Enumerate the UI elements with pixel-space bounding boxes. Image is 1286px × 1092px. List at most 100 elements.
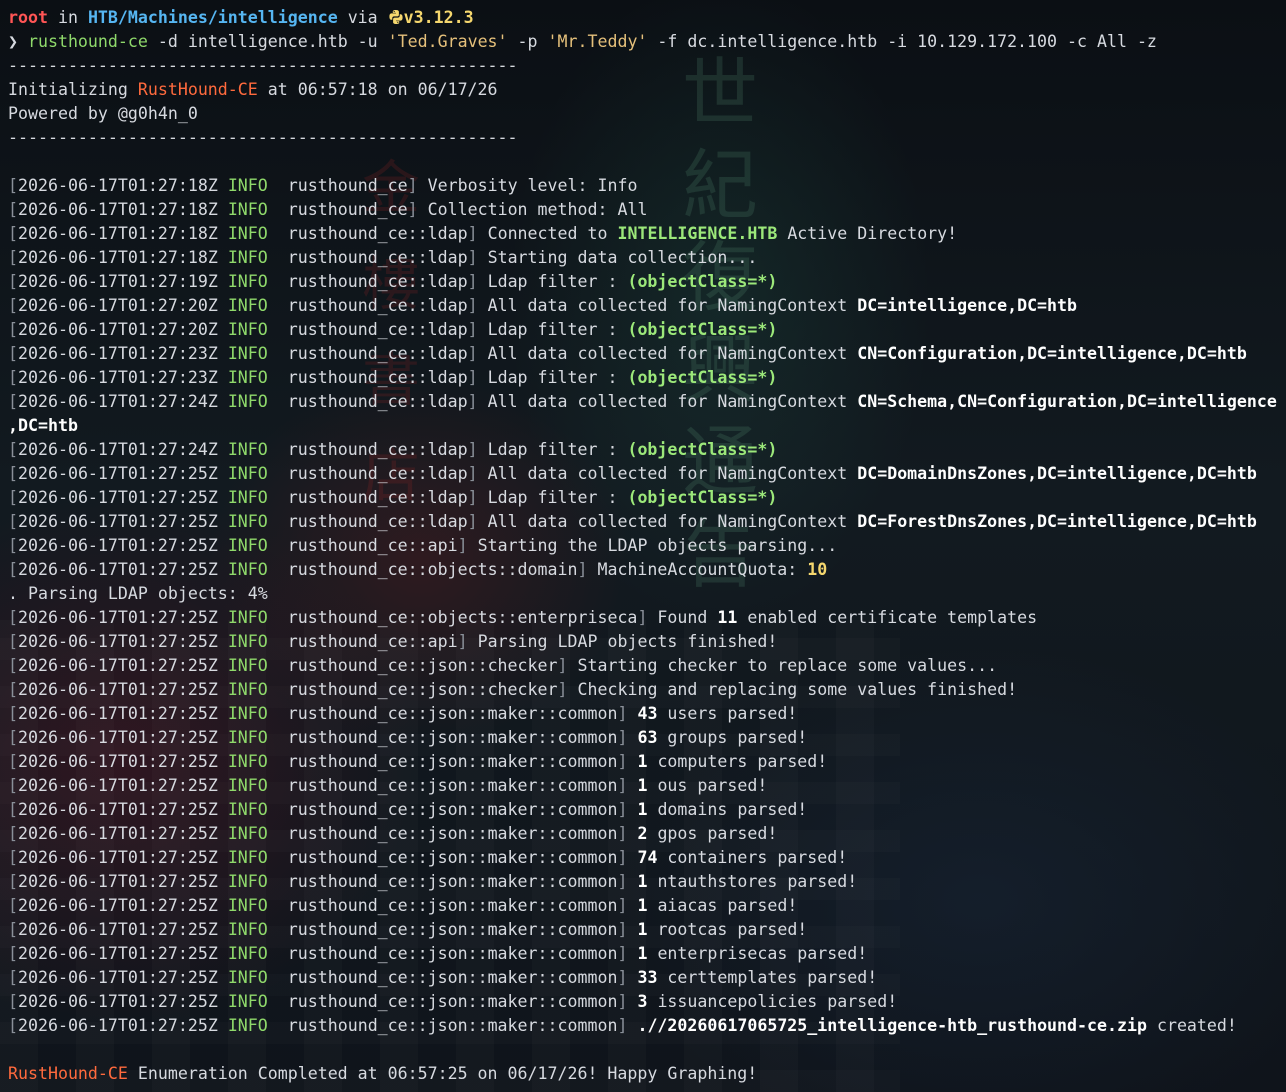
log-message: Ldap filter : (477, 440, 628, 459)
log-message: 1 (637, 752, 648, 771)
log-space (218, 248, 228, 267)
log-space (268, 824, 288, 843)
log-message: All data collected for NamingContext (477, 344, 858, 363)
log-module: rusthound_ce::api (287, 536, 458, 555)
log-message: Starting checker to replace some values.… (567, 656, 998, 675)
log-message: issuancepolicies parsed! (647, 992, 898, 1011)
footer-message: Enumeration Completed at 06:57:25 on 06/… (127, 1064, 758, 1083)
log-space (268, 800, 288, 819)
log-module: rusthound_ce::ldap (287, 392, 468, 411)
log-line: [2026-06-17T01:27:25Z INFO rusthound_ce:… (8, 846, 1280, 870)
banner-separator-bottom: ----------------------------------------… (8, 128, 518, 147)
log-message: Starting data collection... (477, 248, 758, 267)
prompt-path: HTB/Machines/intelligence (87, 8, 338, 27)
log-timestamp: 2026-06-17T01:27:25Z (18, 608, 218, 627)
log-message: DC=ForestDnsZones,DC=intelligence,DC=htb (857, 512, 1257, 531)
log-timestamp: 2026-06-17T01:27:25Z (18, 512, 218, 531)
log-timestamp: 2026-06-17T01:27:25Z (18, 872, 218, 891)
python-version: v3.12.3 (403, 8, 474, 27)
log-level: INFO (227, 728, 268, 747)
log-message: Ldap filter : (477, 320, 628, 339)
log-level: INFO (227, 296, 268, 315)
log-bracket: [ (8, 368, 18, 387)
log-line: [2026-06-17T01:27:25Z INFO rusthound_ce:… (8, 990, 1280, 1014)
log-space (268, 272, 288, 291)
log-line: [2026-06-17T01:27:20Z INFO rusthound_ce:… (8, 294, 1280, 318)
log-space (218, 968, 228, 987)
log-line: [2026-06-17T01:27:25Z INFO rusthound_ce:… (8, 462, 1280, 486)
log-level: INFO (227, 752, 268, 771)
log-space (218, 752, 228, 771)
log-bracket: [ (8, 560, 18, 579)
log-module: rusthound_ce::ldap (287, 248, 468, 267)
log-bracket: ] (617, 944, 628, 963)
log-level: INFO (227, 176, 268, 195)
log-space (218, 680, 228, 699)
log-space (218, 872, 228, 891)
log-timestamp: 2026-06-17T01:27:18Z (18, 248, 218, 267)
log-bracket: [ (8, 992, 18, 1011)
log-line: [2026-06-17T01:27:25Z INFO rusthound_ce:… (8, 870, 1280, 894)
terminal-output[interactable]: root in HTB/Machines/intelligence via v3… (8, 6, 1280, 1086)
log-bracket: ] (457, 536, 468, 555)
log-bracket: ] (467, 296, 478, 315)
log-module: rusthound_ce::json::maker::common (287, 704, 618, 723)
log-bracket: ] (617, 1016, 628, 1035)
log-bracket: ] (467, 368, 478, 387)
log-timestamp: 2026-06-17T01:27:25Z (18, 968, 218, 987)
prompt-via: via (337, 8, 388, 27)
log-timestamp: 2026-06-17T01:27:25Z (18, 824, 218, 843)
log-module: rusthound_ce::ldap (287, 512, 468, 531)
log-message: enterprisecas parsed! (647, 944, 868, 963)
log-message: All data collected for NamingContext (477, 512, 858, 531)
log-bracket: [ (8, 632, 18, 651)
log-message (627, 944, 637, 963)
log-module: rusthound_ce::objects::domain (287, 560, 578, 579)
log-message: All data collected for NamingContext (477, 392, 858, 411)
log-space (268, 368, 288, 387)
log-timestamp: 2026-06-17T01:27:25Z (18, 944, 218, 963)
log-message: 11 (717, 608, 738, 627)
log-message: Checking and replacing some values finis… (567, 680, 1018, 699)
log-bracket: ] (467, 320, 478, 339)
log-timestamp: 2026-06-17T01:27:25Z (18, 800, 218, 819)
log-message (627, 704, 637, 723)
log-module: rusthound_ce::ldap (287, 464, 468, 483)
log-level: INFO (227, 848, 268, 867)
log-bracket: ] (467, 392, 478, 411)
log-level: INFO (227, 800, 268, 819)
log-space (268, 176, 288, 195)
log-module: rusthound_ce::ldap (287, 272, 468, 291)
log-module: rusthound_ce (287, 176, 408, 195)
log-message: 1 (637, 776, 648, 795)
log-message: CN=Configuration,DC=intelligence,DC=htb (857, 344, 1247, 363)
command-line[interactable]: ❯ rusthound-ce -d intelligence.htb -u 'T… (8, 30, 1280, 54)
log-message (627, 872, 637, 891)
log-line: [2026-06-17T01:27:25Z INFO rusthound_ce:… (8, 726, 1280, 750)
log-level: INFO (227, 392, 268, 411)
log-space (268, 296, 288, 315)
command-args-1: -d intelligence.htb -u (147, 32, 388, 51)
log-message (627, 896, 637, 915)
log-bracket: [ (8, 824, 18, 843)
log-message (627, 1016, 637, 1035)
log-message: rootcas parsed! (647, 920, 808, 939)
log-space (268, 728, 288, 747)
log-message: Ldap filter : (477, 272, 628, 291)
log-space (268, 632, 288, 651)
log-space (218, 656, 228, 675)
log-line: [2026-06-17T01:27:18Z INFO rusthound_ce:… (8, 222, 1280, 246)
log-message: certtemplates parsed! (657, 968, 878, 987)
log-line: [2026-06-17T01:27:18Z INFO rusthound_ce]… (8, 198, 1280, 222)
log-space (268, 680, 288, 699)
log-timestamp: 2026-06-17T01:27:18Z (18, 224, 218, 243)
terminal-window[interactable]: 世紀復興通告 金樓書店 root in HTB/Machines/intelli… (0, 0, 1286, 1092)
log-space (218, 704, 228, 723)
log-line: [2026-06-17T01:27:25Z INFO rusthound_ce:… (8, 798, 1280, 822)
log-message: INTELLIGENCE.HTB (617, 224, 778, 243)
log-bracket: [ (8, 680, 18, 699)
log-bracket: [ (8, 656, 18, 675)
log-timestamp: 2026-06-17T01:27:25Z (18, 704, 218, 723)
log-level: INFO (227, 872, 268, 891)
